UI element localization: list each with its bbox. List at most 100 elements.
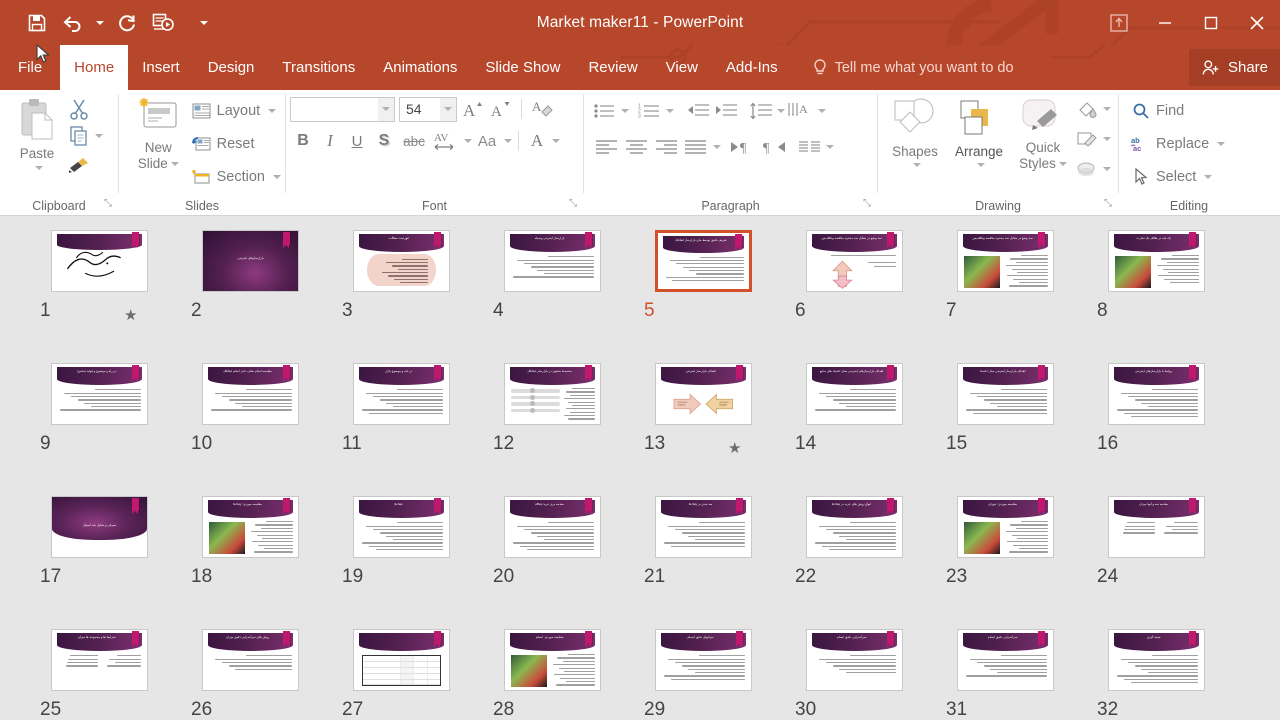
redo-icon[interactable] (110, 6, 144, 40)
slide-preview[interactable]: در نایه و موضوع بازار (353, 363, 450, 425)
change-case-caret[interactable] (504, 139, 512, 143)
tell-me-box[interactable]: Tell me what you want to do (792, 45, 1014, 90)
slide-preview[interactable]: نتیجه گیری (1108, 629, 1205, 691)
find-button[interactable]: Find (1127, 96, 1229, 126)
slide-preview[interactable] (353, 629, 450, 691)
justify-caret[interactable] (713, 145, 721, 149)
columns-button[interactable] (797, 134, 834, 160)
slide-preview[interactable]: در راه و موضوع و فواید (بخش) (51, 363, 148, 425)
share-button[interactable]: Share (1188, 49, 1280, 86)
window-controls[interactable] (1096, 0, 1280, 45)
start-from-beginning-icon[interactable] (146, 6, 180, 40)
customize-qat-caret[interactable] (196, 6, 212, 40)
rtl-text-button[interactable]: ¶ (759, 134, 791, 160)
slide-thumbnail[interactable]: مقایسه موردی: E-bay (202, 496, 299, 558)
slide-preview[interactable]: سد وضع در مقابل سد محدود مناقصه وناقلدیس (957, 230, 1054, 292)
slide-preview[interactable]: مقایسه موردی: جورای (957, 496, 1054, 558)
bold-button[interactable]: B (290, 128, 316, 154)
slide-preview[interactable]: سد وضع در مقابل سد محدود مناقصه وناقلدیس (806, 230, 903, 292)
slide-thumbnail[interactable]: در نایه و موضوع بازار (353, 363, 450, 425)
slide-thumbnail-cell[interactable]: یک نایه در طلاف یک تجارت 8 (1081, 230, 1232, 363)
underline-button[interactable]: U (344, 128, 370, 154)
increase-indent-button[interactable] (712, 98, 740, 124)
slide-thumbnail-cell[interactable]: سد وضع در مقابل سد محدود مناقصه وناقلدیس… (779, 230, 930, 363)
slide-thumbnail-cell[interactable]: 27 (326, 629, 477, 720)
paste-button[interactable]: Paste (8, 94, 66, 170)
ribbon-tabs[interactable]: File Home Insert Design Transitions Anim… (0, 45, 1280, 90)
copy-dropdown-caret[interactable] (95, 134, 103, 138)
save-icon[interactable] (20, 6, 54, 40)
tab-insert[interactable]: Insert (128, 45, 194, 90)
numbering-button[interactable]: 123 (637, 98, 674, 124)
slide-preview[interactable]: محمدط محتوی در بازارساز ابقاتلک (504, 363, 601, 425)
font-size-combo[interactable]: 54 (399, 96, 457, 122)
text-shadow-button[interactable]: S (371, 128, 397, 154)
slide-thumbnail-cell[interactable]: معرفی و تحلیل چند انموال 17 (24, 496, 175, 629)
paste-dropdown-caret[interactable] (34, 166, 43, 170)
text-direction-button[interactable]: A (785, 98, 828, 124)
slide-thumbnail-cell[interactable]: روابط با بازارسازهای اینترنتی 16 (1081, 363, 1232, 496)
slide-thumbnail[interactable]: بازارسازهای اینترنتی (202, 230, 299, 292)
slide-thumbnail-cell[interactable]: مقدمه سد و آنها میزان 24 (1081, 496, 1232, 629)
undo-icon[interactable] (56, 6, 90, 40)
paragraph-dialog-launcher[interactable]: ⤡ (863, 195, 871, 213)
slide-thumbnail-cell[interactable]: E-bay 19 (326, 496, 477, 629)
shape-outline-caret[interactable] (1103, 137, 1111, 141)
section-dropdown-caret[interactable] (273, 175, 281, 179)
slide-thumbnail[interactable]: سرآمدزایی دقیق ابسام (957, 629, 1054, 691)
arrange-caret[interactable] (976, 163, 985, 167)
bullets-button[interactable] (592, 98, 629, 124)
italic-button[interactable]: I (317, 128, 343, 154)
slide-thumbnail-cell[interactable]: شرایط ها و مجموعه ها میزان 25 (24, 629, 175, 720)
layout-button[interactable]: Layout (188, 96, 285, 126)
slide-thumbnail-cell[interactable]: سد وضع در مقابل سد محدود مناقصه وناقلدیس… (930, 230, 1081, 363)
slide-thumbnail-cell[interactable]: 1 ★ (24, 230, 175, 363)
slide-thumbnail-cell[interactable]: مقایسه موردی: ابسام 28 (477, 629, 628, 720)
shape-fill-caret[interactable] (1103, 107, 1111, 111)
slide-thumbnail-cell[interactable]: روش های سرآمدزایی دقیق میزان 26 (175, 629, 326, 720)
select-button[interactable]: Select (1127, 162, 1229, 192)
tab-animations[interactable]: Animations (369, 45, 471, 90)
layout-dropdown-caret[interactable] (268, 109, 277, 113)
slide-thumbnail[interactable]: روش های سرآمدزایی دقیق میزان (202, 629, 299, 691)
slide-thumbnail-cell[interactable]: اهداف بازارساز اینترنتی 13 ★ (628, 363, 779, 496)
bullets-caret[interactable] (621, 109, 629, 113)
tab-review[interactable]: Review (574, 45, 651, 90)
slide-preview[interactable]: مقایسه موردی: E-bay (202, 496, 299, 558)
slide-preview[interactable]: سرآمدزایی دقیق ابسام (957, 629, 1054, 691)
slide-thumbnail-cell[interactable]: محمدط محتوی در بازارساز ابقاتلک 12 (477, 363, 628, 496)
slide-thumbnail[interactable]: اهداف بازارساز اینترنتی (655, 363, 752, 425)
slide-thumbnail[interactable]: سد وضع در مقابل سد محدود مناقصه وناقلدیس (806, 230, 903, 292)
tab-view[interactable]: View (652, 45, 712, 90)
slide-thumbnail[interactable]: تعریف دقیق توسط مای بازارساز ابقاتلک (655, 230, 752, 292)
decrease-indent-button[interactable] (684, 98, 712, 124)
slide-thumbnail-cell[interactable]: نتیجه گیری 32 (1081, 629, 1232, 720)
slide-preview[interactable]: فهرست مطالب (353, 230, 450, 292)
slide-preview[interactable]: تعریف دقیق توسط مای بازارساز ابقاتلک (655, 230, 752, 292)
line-spacing-button[interactable] (748, 98, 785, 124)
slide-preview[interactable]: E-bay (353, 496, 450, 558)
line-spacing-caret[interactable] (777, 109, 785, 113)
font-name-dropdown-caret[interactable] (378, 97, 394, 121)
font-size-dropdown-caret[interactable] (440, 97, 456, 121)
reset-button[interactable]: Reset (188, 129, 285, 159)
drawing-dialog-launcher[interactable]: ⤡ (1104, 195, 1112, 213)
slide-thumbnail-cell[interactable]: فهرست مطالب 3 (326, 230, 477, 363)
shape-effects-caret[interactable] (1103, 167, 1111, 171)
slide-thumbnail-cell[interactable]: سرآمدزایی دقیق ابسام 31 (930, 629, 1081, 720)
justify-button[interactable] (682, 134, 721, 160)
minimize-button[interactable] (1142, 0, 1188, 45)
slide-preview[interactable]: انواع روش های خرید در E-bay (806, 496, 903, 558)
slide-thumbnail-cell[interactable]: بازارساز اینترنتی وسیله 4 (477, 230, 628, 363)
shape-effects-button[interactable] (1074, 156, 1111, 182)
slide-thumbnail[interactable]: اهداف بازارساز اینترنتی محل اعتماد (957, 363, 1054, 425)
slide-thumbnail-cell[interactable]: اهداف بازارساز اینترنتی محل اعتماد 15 (930, 363, 1081, 496)
tab-home[interactable]: Home (60, 45, 129, 90)
arrange-button[interactable]: Arrange (946, 94, 1012, 167)
columns-caret[interactable] (826, 145, 834, 149)
slide-preview[interactable]: معرفی و تحلیل چند انموال (51, 496, 148, 558)
slide-preview[interactable]: اهداف بازارسازهای اینترنتی محل اعتماد ها… (806, 363, 903, 425)
tab-file[interactable]: File (0, 45, 60, 90)
slide-thumbnail-cell[interactable]: سرآمدزایی دقیق ابسام 30 (779, 629, 930, 720)
slide-thumbnail[interactable]: سد وضع در مقابل سد محدود مناقصه وناقلدیس (957, 230, 1054, 292)
